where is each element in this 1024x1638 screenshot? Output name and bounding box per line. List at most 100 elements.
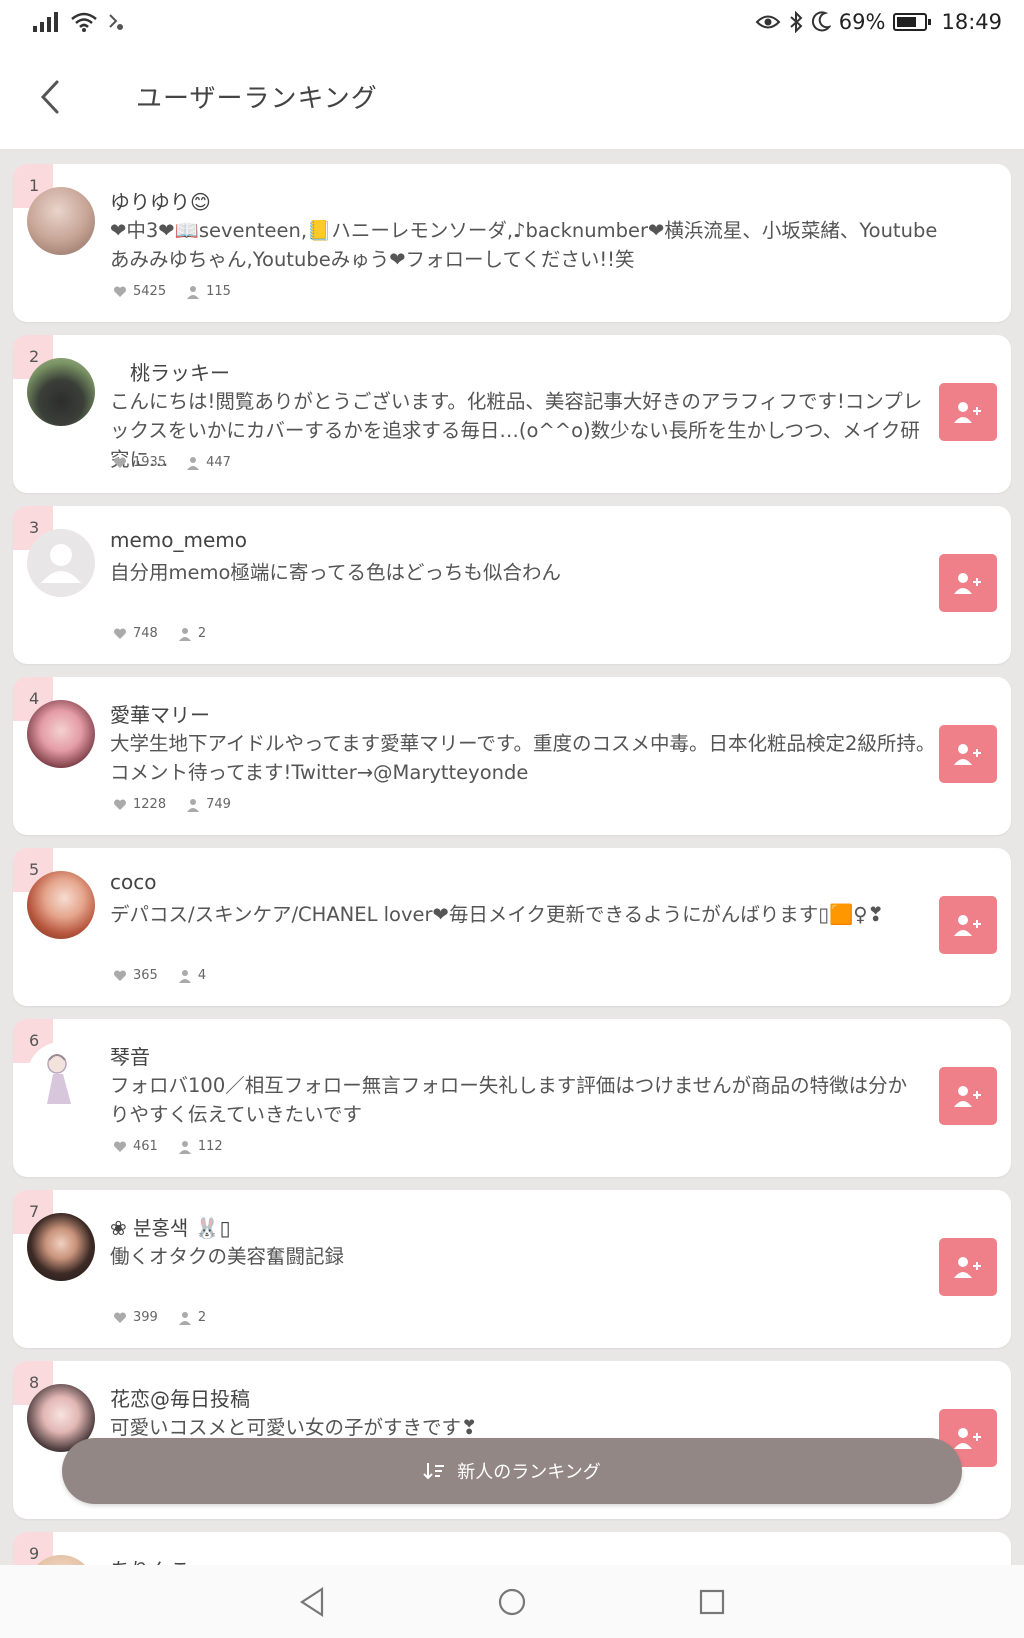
nav-recents-button[interactable] [687, 1577, 737, 1627]
avatar[interactable] [27, 700, 95, 768]
followers-count: 112 [197, 1139, 223, 1154]
square-recents-icon[interactable] [697, 1587, 727, 1617]
clock: 18:49 [941, 10, 1002, 34]
user-stats: 748 2 [113, 626, 226, 641]
user-stats: 365 4 [113, 968, 226, 983]
likes-count: 399 [133, 1310, 158, 1325]
heart-icon [113, 798, 127, 810]
likes-stat: 461 [113, 1139, 158, 1154]
triangle-back-icon[interactable] [298, 1586, 326, 1618]
likes-count: 1228 [133, 797, 167, 812]
avatar[interactable] [27, 1042, 95, 1110]
page-title: ユーザーランキング [136, 84, 378, 114]
user-stats: 5425 115 [113, 284, 251, 299]
followers-stat: 2 [178, 1310, 206, 1325]
user-name[interactable]: ありんこ [110, 1554, 190, 1565]
person-icon [187, 456, 200, 470]
followers-count: 2 [197, 1310, 207, 1325]
follow-button[interactable] [939, 725, 997, 783]
user-bio: デパコス/スキンケア/CHANEL lover❤毎日メイク更新できるようにがんば… [110, 903, 884, 926]
followers-stat: 447 [186, 455, 231, 470]
user-card[interactable]: 6 琴音 フォロバ100／相互フォロー無言フォロー失礼します評価はつけませんが商… [13, 1019, 1011, 1177]
avatar[interactable] [27, 1213, 95, 1281]
user-name[interactable]: memo_memo [110, 528, 247, 552]
chevron-left-icon[interactable] [38, 79, 62, 115]
followers-stat: 112 [178, 1139, 223, 1154]
follow-button[interactable] [939, 554, 997, 612]
nfc-icon [109, 14, 123, 30]
user-card[interactable]: 2 桃ラッキー こんにちは!閲覧ありがとうございます。化粧品、美容記事大好きのア… [13, 335, 1011, 493]
battery-percent: 69% [838, 10, 886, 34]
user-card[interactable]: 9 ありんこ [13, 1532, 1011, 1565]
app-header: ユーザーランキング [0, 44, 1024, 150]
user-stats: 1228 749 [113, 797, 251, 812]
person-icon [178, 969, 191, 983]
user-bio: 自分用memo極端に寄ってる色はどっちも似合わん [110, 561, 561, 584]
add-user-icon [954, 573, 981, 594]
add-user-icon [954, 744, 981, 765]
likes-stat: 748 [113, 626, 158, 641]
user-name[interactable]: 愛華マリー [110, 699, 210, 728]
likes-stat: 365 [113, 968, 158, 983]
user-ranking-list[interactable]: 1 ゆりゆり😊 ❤中3❤📖seventeen,📒ハニーレモンソーダ,♪backn… [0, 150, 1024, 1565]
avatar[interactable] [27, 529, 95, 597]
add-user-icon [954, 1086, 981, 1107]
user-bio: ❤中3❤📖seventeen,📒ハニーレモンソーダ,♪backnumber❤横浜… [110, 219, 938, 271]
person-icon [178, 627, 191, 641]
back-button[interactable] [0, 44, 100, 149]
user-bio: 働くオタクの美容奮闘記録 [110, 1245, 345, 1268]
likes-count: 748 [133, 626, 158, 641]
follow-button[interactable] [939, 1238, 997, 1296]
follow-button[interactable] [939, 383, 997, 441]
likes-stat: 399 [113, 1310, 158, 1325]
followers-stat: 749 [186, 797, 231, 812]
user-card[interactable]: 5 coco デパコス/スキンケア/CHANEL lover❤毎日メイク更新でき… [13, 848, 1011, 1006]
followers-count: 4 [197, 968, 207, 983]
user-card[interactable]: 1 ゆりゆり😊 ❤中3❤📖seventeen,📒ハニーレモンソーダ,♪backn… [13, 164, 1011, 322]
person-icon [178, 1311, 191, 1325]
heart-icon [113, 627, 127, 639]
user-name[interactable]: 琴音 [110, 1041, 150, 1070]
system-nav-bar [0, 1565, 1024, 1638]
add-user-icon [954, 1257, 981, 1278]
followers-stat: 115 [186, 284, 231, 299]
likes-stat: 5425 [113, 284, 166, 299]
heart-icon [113, 1311, 127, 1323]
nav-back-button[interactable] [287, 1577, 337, 1627]
heart-icon [113, 456, 127, 468]
likes-stat: 1935 [113, 455, 166, 470]
follow-button[interactable] [939, 1067, 997, 1125]
user-card[interactable]: 4 愛華マリー 大学生地下アイドルやってます愛華マリーです。重度のコスメ中毒。日… [13, 677, 1011, 835]
user-card[interactable]: 7 ❀ 분홍색 🐰▯ 働くオタクの美容奮闘記録 399 2 [13, 1190, 1011, 1348]
followers-count: 115 [206, 284, 231, 299]
person-icon [178, 1140, 191, 1154]
newcomer-ranking-label[interactable]: 新人のランキング [457, 1458, 600, 1484]
followers-count: 749 [206, 797, 231, 812]
wifi-icon [71, 12, 97, 32]
user-name[interactable]: 桃ラッキー [130, 357, 230, 386]
followers-stat: 2 [178, 626, 206, 641]
eye-icon [755, 15, 781, 29]
user-name[interactable]: ❀ 분홍색 🐰▯ [110, 1212, 231, 1241]
user-name[interactable]: coco [110, 870, 156, 894]
avatar[interactable] [27, 187, 95, 255]
status-left [32, 11, 126, 33]
user-name[interactable]: ゆりゆり😊 [110, 186, 211, 215]
status-right: 69% 18:49 [755, 10, 1002, 34]
user-stats: 461 112 [113, 1139, 243, 1154]
person-icon [187, 285, 200, 299]
newcomer-ranking-button[interactable]: 新人のランキング [62, 1438, 962, 1504]
follow-button[interactable] [939, 896, 997, 954]
battery-icon [893, 13, 932, 31]
likes-count: 1935 [133, 455, 167, 470]
avatar[interactable] [27, 358, 95, 426]
avatar[interactable] [27, 871, 95, 939]
signal-icon [33, 12, 58, 32]
user-name[interactable]: 花恋@毎日投稿 [110, 1383, 250, 1412]
circle-home-icon[interactable] [496, 1586, 528, 1618]
add-user-icon [954, 402, 981, 423]
user-stats: 399 2 [113, 1310, 226, 1325]
user-card[interactable]: 3 memo_memo 自分用memo極端に寄ってる色はどっちも似合わん 748… [13, 506, 1011, 664]
likes-count: 365 [133, 968, 158, 983]
nav-home-button[interactable] [487, 1577, 537, 1627]
